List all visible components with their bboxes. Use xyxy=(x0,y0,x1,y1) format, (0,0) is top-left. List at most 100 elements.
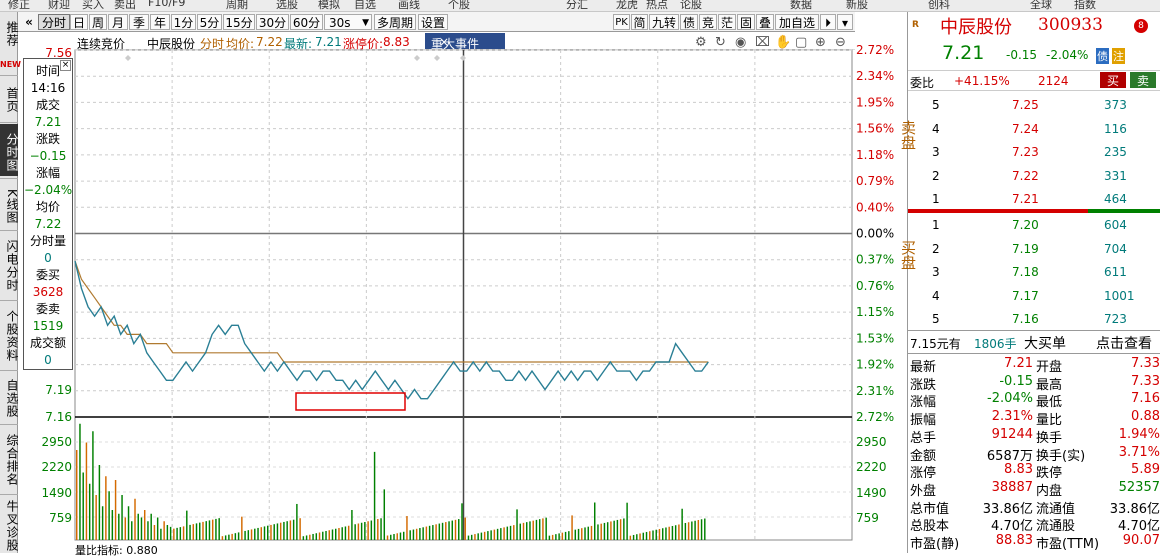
zoom-in-icon[interactable]: ⊕ xyxy=(815,35,826,50)
menu-item-huibao[interactable]: 分汇 xyxy=(566,0,588,11)
volume-bar xyxy=(623,518,625,540)
menu-item-data[interactable]: 数据 xyxy=(790,0,812,11)
nav-kline[interactable]: K线图 xyxy=(0,180,19,228)
nav-timeshare[interactable]: 分时图 xyxy=(0,124,19,176)
menu-item-stock[interactable]: 个股 xyxy=(448,0,470,11)
menu-item-fix[interactable]: 修正 xyxy=(8,0,30,11)
sell-order-row[interactable]: 1 7.21 464 xyxy=(908,190,1160,208)
multi-period-button[interactable]: 多周期 xyxy=(374,14,416,30)
sell-order-row[interactable]: 4 7.24 116 xyxy=(908,120,1160,138)
nav-diagnosis[interactable]: 牛叉诊股 xyxy=(0,496,19,553)
stat-text: 总股本 xyxy=(910,519,950,535)
buy-order-row[interactable]: 2 7.19 704 xyxy=(908,240,1160,258)
menu-item-sell[interactable]: 卖出 xyxy=(114,0,136,11)
nav-flash[interactable]: 闪电分时 xyxy=(0,232,19,298)
tab-week[interactable]: 周 xyxy=(89,14,107,30)
buy-order-row[interactable]: 3 7.18 611 xyxy=(908,263,1160,281)
menu-item-watchlist[interactable]: 自选 xyxy=(354,0,376,11)
big-order-link[interactable]: 点击查看 xyxy=(1096,333,1152,353)
trash-icon[interactable]: ⌧ xyxy=(755,35,770,50)
event-tab[interactable]: 重大事件 × xyxy=(425,33,505,51)
menu-item-ipo[interactable]: 新股 xyxy=(846,0,868,11)
interval-select[interactable]: 30s ▼ xyxy=(324,14,372,30)
expand-icon[interactable]: ⏵ xyxy=(820,14,836,30)
square-icon[interactable]: ▢ xyxy=(795,35,807,50)
menu-item-index[interactable]: 指数 xyxy=(1074,0,1096,11)
big-order-row[interactable]: 7.15元有 1806手 大买单 点击查看 xyxy=(908,333,1160,353)
pk-button[interactable]: PK xyxy=(613,14,630,30)
tab-1min[interactable]: 1分 xyxy=(171,14,196,30)
buy-order-row[interactable]: 5 7.16 723 xyxy=(908,310,1160,328)
buy-order-row[interactable]: 1 7.20 604 xyxy=(908,216,1160,234)
volume-bar xyxy=(76,450,78,540)
volume-bar xyxy=(600,523,602,540)
marker-diamond xyxy=(125,55,131,61)
sell-button[interactable]: 卖 xyxy=(1130,72,1156,88)
nav-ranking[interactable]: 综合排名 xyxy=(0,426,19,492)
tab-day[interactable]: 日 xyxy=(70,14,88,30)
menu-item-buy[interactable]: 买入 xyxy=(82,0,104,11)
badge[interactable]: 8 xyxy=(1134,19,1148,33)
bond-tag[interactable]: 债 xyxy=(1096,48,1109,64)
buy-button[interactable]: 买 xyxy=(1100,72,1126,88)
tab-year[interactable]: 年 xyxy=(150,14,170,30)
overlay-button[interactable]: 叠 xyxy=(756,14,774,30)
tab-5min[interactable]: 5分 xyxy=(197,14,222,30)
nav-recommend[interactable]: 推荐 xyxy=(0,12,19,54)
menu-item-chuangke[interactable]: 创科 xyxy=(928,0,950,11)
volume-bar xyxy=(147,521,149,540)
add-watchlist-button[interactable]: 加自选 xyxy=(775,14,819,30)
tab-15min[interactable]: 15分 xyxy=(223,14,255,30)
menu-item-sim[interactable]: 模拟 xyxy=(318,0,340,11)
menu-item-period[interactable]: 周期 xyxy=(226,0,248,11)
tab-month[interactable]: 月 xyxy=(108,14,128,30)
close-icon[interactable]: × xyxy=(439,35,449,49)
gear-icon[interactable]: ⚙ xyxy=(695,35,707,50)
nav-profile[interactable]: 个股资料 xyxy=(0,302,19,368)
fixed-button[interactable]: 固 xyxy=(737,14,755,30)
menu-item-hot[interactable]: 热点 xyxy=(646,0,668,11)
collapse-button[interactable]: « xyxy=(20,14,38,30)
menu-item-finance[interactable]: 财迎 xyxy=(48,0,70,11)
settings-button[interactable]: 设置 xyxy=(418,14,448,30)
tab-30min[interactable]: 30分 xyxy=(256,14,289,30)
menu-item-draw[interactable]: 画线 xyxy=(398,0,420,11)
refresh-icon[interactable]: ↻ xyxy=(715,35,726,50)
eye-icon[interactable]: ◉ xyxy=(735,35,746,50)
volume-bar xyxy=(425,526,428,540)
sell-order-row[interactable]: 5 7.25 373 xyxy=(908,96,1160,114)
sell-order-row[interactable]: 3 7.23 235 xyxy=(908,143,1160,161)
volume-bar xyxy=(480,532,483,540)
menu-item-dragon[interactable]: 龙虎 xyxy=(616,0,638,11)
buy-order-vol: 723 xyxy=(1104,312,1127,326)
menu-item-forum[interactable]: 论股 xyxy=(680,0,702,11)
stat-text: 市盈(TTM) xyxy=(1036,537,1100,552)
jiuzhuan-button[interactable]: 九转 xyxy=(649,14,679,30)
mang-button[interactable]: 茫 xyxy=(718,14,736,30)
price-change: -0.15 xyxy=(1006,48,1038,62)
time-value: 14:16 xyxy=(30,81,66,95)
auction-button[interactable]: 竞 xyxy=(699,14,717,30)
volume-bar xyxy=(483,531,486,540)
volume-bar xyxy=(406,516,408,540)
simple-button[interactable]: 简 xyxy=(631,14,648,30)
volume-bar xyxy=(383,489,386,540)
buy-order-row[interactable]: 4 7.17 1001 xyxy=(908,287,1160,305)
nav-watchlist[interactable]: 自选股 xyxy=(0,372,19,422)
tab-timeshare[interactable]: 分时 xyxy=(38,14,70,30)
note-tag[interactable]: 注 xyxy=(1112,48,1125,64)
zoom-out-icon[interactable]: ⊖ xyxy=(835,35,846,50)
bond-button[interactable]: 债 xyxy=(680,14,698,30)
menu-item-f10[interactable]: F10/F9 xyxy=(148,0,185,9)
sell-order-row[interactable]: 2 7.22 331 xyxy=(908,167,1160,185)
volume-right-tick: 759 xyxy=(856,511,879,525)
nav-home[interactable]: 首页 xyxy=(0,80,19,120)
menu-item-global[interactable]: 全球 xyxy=(1030,0,1052,11)
hand-icon[interactable]: ✋ xyxy=(775,35,791,50)
volume-bar xyxy=(95,495,97,540)
more-icon[interactable]: ▾ xyxy=(837,14,853,30)
menu-item-select[interactable]: 选股 xyxy=(276,0,298,11)
tab-season[interactable]: 季 xyxy=(129,14,149,30)
volume-bar xyxy=(616,519,619,540)
tab-60min[interactable]: 60分 xyxy=(290,14,323,30)
